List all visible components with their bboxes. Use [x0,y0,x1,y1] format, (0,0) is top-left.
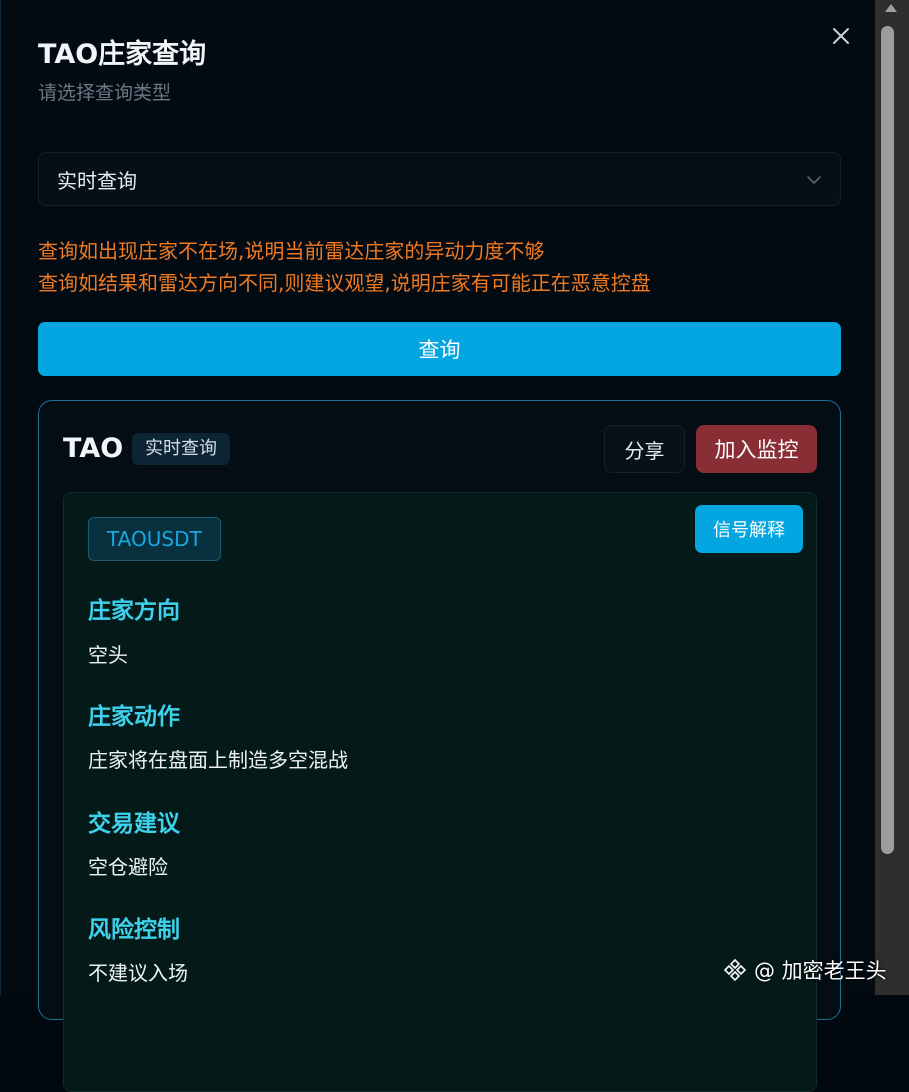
dialog-title: TAO庄家查询 [38,39,207,70]
share-button[interactable]: 分享 [604,425,685,473]
result-card: TAO 实时查询 分享 加入监控 TAOUSDT 信号解释 庄家方向 空头 庄家… [38,400,841,1092]
chevron-down-icon [806,170,822,189]
warning-text-2: 查询如结果和雷达方向不同,则建议观望,说明庄家有可能正在恶意控盘 [38,271,651,295]
section-value-direction: 空头 [88,643,128,667]
watermark: @ 加密老王头 [722,955,887,985]
section-value-action: 庄家将在盘面上制造多空混战 [88,748,348,772]
section-title-action: 庄家动作 [88,704,180,730]
add-monitor-button[interactable]: 加入监控 [696,425,817,473]
section-title-advice: 交易建议 [88,811,180,837]
pair-tag: TAOUSDT [88,517,221,561]
query-type-select[interactable]: 实时查询 [38,152,841,206]
query-dialog: TAO庄家查询 请选择查询类型 实时查询 查询如出现庄家不在场,说明当前雷达庄家… [0,0,875,1092]
signal-box: TAOUSDT 信号解释 庄家方向 空头 庄家动作 庄家将在盘面上制造多空混战 … [63,492,817,1092]
scrollbar[interactable] [875,0,909,995]
section-value-risk: 不建议入场 [88,961,188,985]
dialog-subtitle: 请选择查询类型 [38,82,172,104]
binance-logo-icon [723,958,747,982]
scrollbar-thumb[interactable] [881,26,894,854]
signal-explain-button[interactable]: 信号解释 [695,505,803,553]
section-title-risk: 风险控制 [88,917,180,943]
section-title-direction: 庄家方向 [88,598,180,624]
close-icon[interactable] [827,22,855,50]
query-type-value: 实时查询 [57,168,137,193]
query-type-badge: 实时查询 [132,433,230,465]
warning-text-1: 查询如出现庄家不在场,说明当前雷达庄家的异动力度不够 [38,239,545,263]
watermark-text: @ 加密老王头 [754,959,887,983]
scroll-up-arrow-icon[interactable] [885,4,897,12]
coin-name: TAO [63,433,124,464]
query-button[interactable]: 查询 [38,322,841,376]
section-value-advice: 空仓避险 [88,855,168,879]
